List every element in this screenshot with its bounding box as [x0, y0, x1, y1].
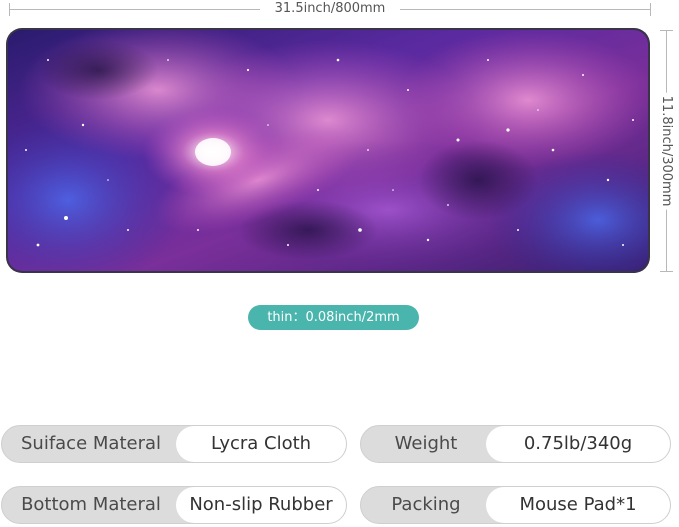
height-label: 11.8inch/300mm: [658, 92, 674, 210]
width-dimension-tick-left: [9, 3, 10, 16]
mouse-pad-image: [8, 30, 648, 271]
spec-value: Lycra Cloth: [176, 426, 346, 462]
spec-weight: Weight 0.75lb/340g: [360, 425, 671, 463]
galaxy-nebula-artwork: [8, 30, 648, 271]
spec-key: Suiface Materal: [20, 433, 162, 454]
width-label: 31.5inch/800mm: [260, 0, 400, 18]
spec-value: 0.75lb/340g: [486, 426, 670, 462]
spec-surface-material: Suiface Materal Lycra Cloth: [1, 425, 347, 463]
spec-key: Packing: [391, 494, 461, 515]
spec-value: Non-slip Rubber: [176, 487, 346, 523]
height-dimension: 11.8inch/300mm: [652, 30, 679, 272]
width-dimension-tick-right: [650, 3, 651, 16]
spec-packing: Packing Mouse Pad*1: [360, 486, 671, 524]
height-dimension-tick-bottom: [660, 271, 673, 272]
spec-key: Weight: [394, 433, 458, 454]
width-dimension: 31.5inch/800mm: [0, 0, 679, 22]
thickness-badge: thin：0.08inch/2mm: [248, 305, 419, 330]
spec-value: Mouse Pad*1: [486, 487, 670, 523]
spec-key: Bottom Materal: [21, 494, 161, 515]
spec-bottom-material: Bottom Materal Non-slip Rubber: [1, 486, 347, 524]
height-dimension-tick-top: [660, 30, 673, 31]
